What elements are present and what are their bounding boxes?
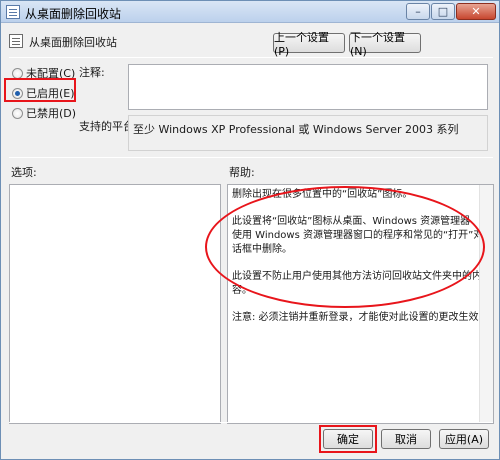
previous-setting-button[interactable]: 上一个设置(P) xyxy=(273,31,345,58)
annotation-rectangle xyxy=(4,78,76,102)
divider xyxy=(9,422,493,423)
divider xyxy=(9,57,493,58)
supported-platform-field: 至少 Windows XP Professional 或 Windows Ser… xyxy=(128,115,488,151)
radio-button[interactable] xyxy=(12,67,23,79)
close-button[interactable]: ✕ xyxy=(456,3,496,20)
maximize-icon: □ xyxy=(437,5,449,18)
help-paragraph: 此设置将“回收站”图标从桌面、Windows 资源管理器、使用 Windows … xyxy=(232,216,484,255)
close-icon: ✕ xyxy=(471,5,481,18)
cancel-button[interactable]: 取消 xyxy=(381,429,431,449)
next-setting-button[interactable]: 下一个设置(N) xyxy=(349,31,421,58)
comment-textarea[interactable] xyxy=(128,64,488,110)
minimize-button[interactable]: – xyxy=(406,3,430,20)
help-text-panel: 删除出现在很多位置中的“回收站”图标。 此设置将“回收站”图标从桌面、Windo… xyxy=(227,184,494,424)
divider xyxy=(9,157,493,158)
radio-button[interactable] xyxy=(12,107,23,119)
help-paragraph: 此设置不防止用户使用其他方法访问回收站文件夹中的内容。 xyxy=(232,271,482,296)
radio-label: 已禁用(D) xyxy=(26,107,77,120)
policy-setting-icon xyxy=(9,34,23,48)
options-label: 选项: xyxy=(11,166,37,179)
minimize-icon: – xyxy=(415,5,421,18)
window-title: 从桌面删除回收站 xyxy=(25,7,122,21)
policy-dialog: 从桌面删除回收站 – □ ✕ 从桌面删除回收站 上一个设置(P) 下一个设置(N… xyxy=(0,0,500,460)
policy-setting-icon xyxy=(6,5,20,19)
options-panel xyxy=(9,184,221,424)
help-paragraph: 删除出现在很多位置中的“回收站”图标。 xyxy=(232,189,413,200)
radio-disabled[interactable]: 已禁用(D) xyxy=(12,105,76,121)
help-scrollbar[interactable] xyxy=(479,185,493,423)
comment-label: 注释: xyxy=(79,66,105,79)
supported-platform-value: 至少 Windows XP Professional 或 Windows Ser… xyxy=(133,123,459,136)
maximize-button[interactable]: □ xyxy=(431,3,455,20)
policy-name: 从桌面删除回收站 xyxy=(29,36,117,49)
help-paragraph: 注意: 必须注销并重新登录，才能使对此设置的更改生效。 xyxy=(232,312,489,323)
help-label: 帮助: xyxy=(229,166,255,179)
title-bar[interactable]: 从桌面删除回收站 – □ ✕ xyxy=(1,1,499,23)
annotation-rectangle xyxy=(319,425,377,453)
apply-button[interactable]: 应用(A) xyxy=(439,429,489,449)
